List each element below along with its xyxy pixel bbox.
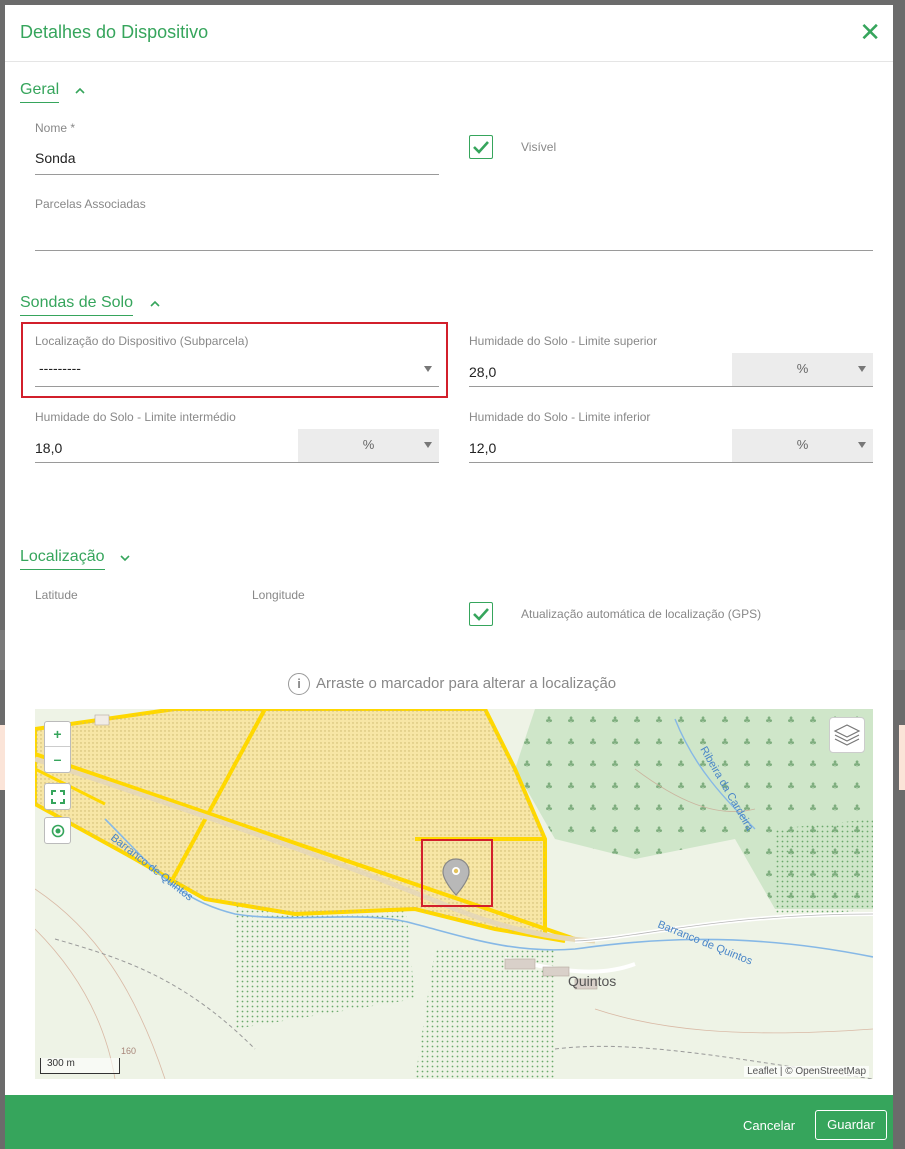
section-localizacao-heading[interactable]: Localização bbox=[20, 548, 105, 570]
mid-limit-label: Humidade do Solo - Limite intermédio bbox=[35, 410, 236, 424]
zoom-in-button[interactable]: + bbox=[45, 722, 70, 747]
chevron-down-icon[interactable] bbox=[120, 554, 130, 562]
backdrop-fragment-right bbox=[899, 725, 905, 790]
lower-limit-input[interactable]: 12,0 bbox=[469, 440, 732, 463]
chevron-down-icon bbox=[858, 366, 866, 372]
longitude-label: Longitude bbox=[252, 588, 305, 602]
map-marker-icon[interactable] bbox=[441, 857, 471, 897]
chevron-down-icon bbox=[858, 442, 866, 448]
info-icon: i bbox=[288, 673, 310, 695]
parcels-label: Parcelas Associadas bbox=[35, 197, 146, 211]
dialog-footer: Cancelar Guardar bbox=[5, 1095, 893, 1149]
zoom-out-button[interactable]: – bbox=[45, 747, 70, 772]
chevron-down-icon bbox=[424, 366, 432, 372]
gps-checkbox[interactable] bbox=[469, 602, 493, 626]
layers-button[interactable] bbox=[829, 717, 865, 753]
upper-limit-unit-select[interactable]: % bbox=[732, 353, 873, 387]
dialog-title: Detalhes do Dispositivo bbox=[20, 22, 209, 42]
cancel-button[interactable]: Cancelar bbox=[743, 1118, 795, 1133]
contour-label-160: 160 bbox=[121, 1046, 136, 1056]
name-input[interactable]: Sonda bbox=[35, 150, 439, 175]
map-attribution[interactable]: Leaflet | © OpenStreetMap bbox=[744, 1066, 869, 1077]
locate-button[interactable] bbox=[44, 817, 71, 844]
name-label: Nome * bbox=[35, 121, 76, 135]
locate-icon bbox=[51, 824, 64, 838]
map-scale: 300 m bbox=[40, 1058, 120, 1074]
save-button[interactable]: Guardar bbox=[815, 1110, 887, 1140]
latitude-label: Latitude bbox=[35, 588, 78, 602]
mid-limit-input[interactable]: 18,0 bbox=[35, 440, 298, 463]
chevron-down-icon bbox=[424, 442, 432, 448]
map-hint: i Arraste o marcador para alterar a local… bbox=[288, 673, 616, 695]
zoom-control: + – bbox=[44, 721, 71, 773]
visible-checkbox[interactable] bbox=[469, 135, 493, 159]
close-icon[interactable]: ✕ bbox=[859, 19, 881, 45]
map-hint-text: Arraste o marcador para alterar a locali… bbox=[316, 674, 617, 692]
layers-icon bbox=[833, 724, 861, 746]
fullscreen-icon bbox=[50, 790, 65, 804]
check-icon bbox=[473, 141, 489, 154]
location-map[interactable]: ♣ bbox=[35, 709, 873, 1079]
upper-limit-input[interactable]: 28,0 bbox=[469, 364, 732, 387]
chevron-up-icon[interactable] bbox=[75, 87, 85, 95]
section-sondas-heading[interactable]: Sondas de Solo bbox=[20, 294, 133, 316]
visible-label: Visível bbox=[521, 140, 557, 154]
parcels-input[interactable] bbox=[35, 227, 873, 251]
location-select[interactable]: --------- bbox=[35, 360, 439, 387]
device-details-dialog: Detalhes do Dispositivo ✕ Geral Nome * S… bbox=[5, 5, 893, 1149]
location-label: Localização do Dispositivo (Subparcela) bbox=[35, 334, 249, 348]
fullscreen-button[interactable] bbox=[44, 783, 71, 810]
gps-label: Atualização automática de localização (G… bbox=[521, 607, 762, 621]
lower-limit-unit-select[interactable]: % bbox=[732, 429, 873, 463]
dialog-header: Detalhes do Dispositivo ✕ bbox=[5, 5, 893, 62]
place-label-quintos: Quintos bbox=[568, 973, 616, 989]
upper-limit-label: Humidade do Solo - Limite superior bbox=[469, 334, 658, 348]
mid-limit-unit-select[interactable]: % bbox=[298, 429, 439, 463]
check-icon bbox=[473, 608, 489, 621]
lower-limit-label: Humidade do Solo - Limite inferior bbox=[469, 410, 651, 424]
chevron-up-icon[interactable] bbox=[150, 300, 160, 308]
section-geral-heading[interactable]: Geral bbox=[20, 81, 60, 103]
